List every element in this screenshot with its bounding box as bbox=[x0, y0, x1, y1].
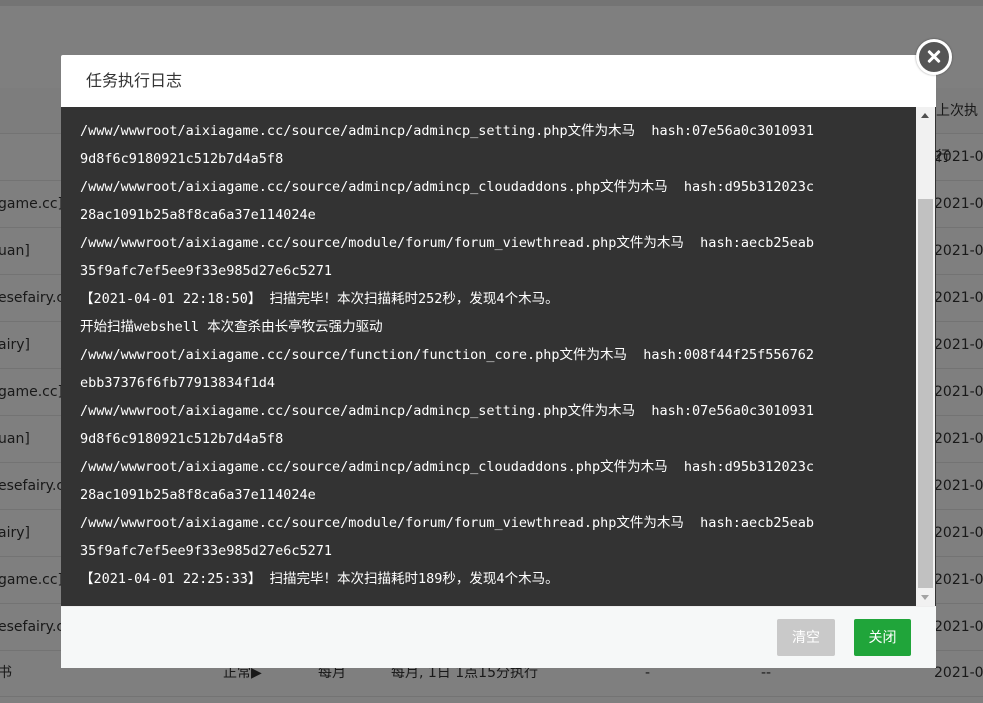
log-line: /www/wwwroot/aixiagame.cc/source/admincp… bbox=[80, 179, 814, 195]
log-line: 开始扫描webshell 本次查杀由长亭牧云强力驱动 bbox=[80, 319, 383, 335]
log-line: 9d8f6c9180921c512b7d4a5f8 bbox=[80, 431, 284, 447]
log-line: /www/wwwroot/aixiagame.cc/source/module/… bbox=[80, 515, 814, 531]
log-line: /www/wwwroot/aixiagame.cc/source/admincp… bbox=[80, 123, 814, 139]
log-line: /www/wwwroot/aixiagame.cc/source/admincp… bbox=[80, 459, 814, 475]
log-line: /www/wwwroot/aixiagame.cc/source/module/… bbox=[80, 235, 814, 251]
log-line: 【2021-04-01 22:25:33】 扫描完毕！本次扫描耗时189秒，发现… bbox=[80, 571, 559, 587]
scroll-down-arrow-icon[interactable] bbox=[916, 589, 935, 606]
task-log-dialog: 任务执行日志 ebb37376f6fb77913834f1d4/www/wwwr… bbox=[61, 55, 936, 668]
dialog-footer: 清空 关闭 bbox=[61, 606, 936, 668]
log-area[interactable]: ebb37376f6fb77913834f1d4/www/wwwroot/aix… bbox=[61, 107, 936, 606]
log-line: 28ac1091b25a8f8ca6a37e114024e bbox=[80, 487, 316, 503]
log-line: 35f9afc7ef5ee9f33e985d27e6c5271 bbox=[80, 543, 332, 559]
log-line: 【2021-04-01 22:18:50】 扫描完毕！本次扫描耗时252秒，发现… bbox=[80, 291, 559, 307]
close-button[interactable]: 关闭 bbox=[854, 619, 911, 656]
log-line: /www/wwwroot/aixiagame.cc/source/admincp… bbox=[80, 403, 814, 419]
dialog-title: 任务执行日志 bbox=[86, 71, 183, 90]
log-line: 35f9afc7ef5ee9f33e985d27e6c5271 bbox=[80, 263, 332, 279]
log-content: ebb37376f6fb77913834f1d4/www/wwwroot/aix… bbox=[80, 107, 910, 593]
log-line: 28ac1091b25a8f8ca6a37e114024e bbox=[80, 207, 316, 223]
close-icon[interactable] bbox=[916, 39, 952, 75]
clear-button[interactable]: 清空 bbox=[777, 619, 835, 656]
log-line: ebb37376f6fb77913834f1d4 bbox=[80, 375, 276, 391]
log-line: 9d8f6c9180921c512b7d4a5f8 bbox=[80, 151, 284, 167]
scroll-thumb[interactable] bbox=[918, 199, 933, 588]
log-scrollbar[interactable] bbox=[916, 107, 935, 606]
log-line: ebb37376f6fb77913834f1d4 bbox=[80, 107, 910, 117]
scroll-up-arrow-icon[interactable] bbox=[916, 107, 935, 124]
log-line: /www/wwwroot/aixiagame.cc/source/functio… bbox=[80, 347, 814, 363]
